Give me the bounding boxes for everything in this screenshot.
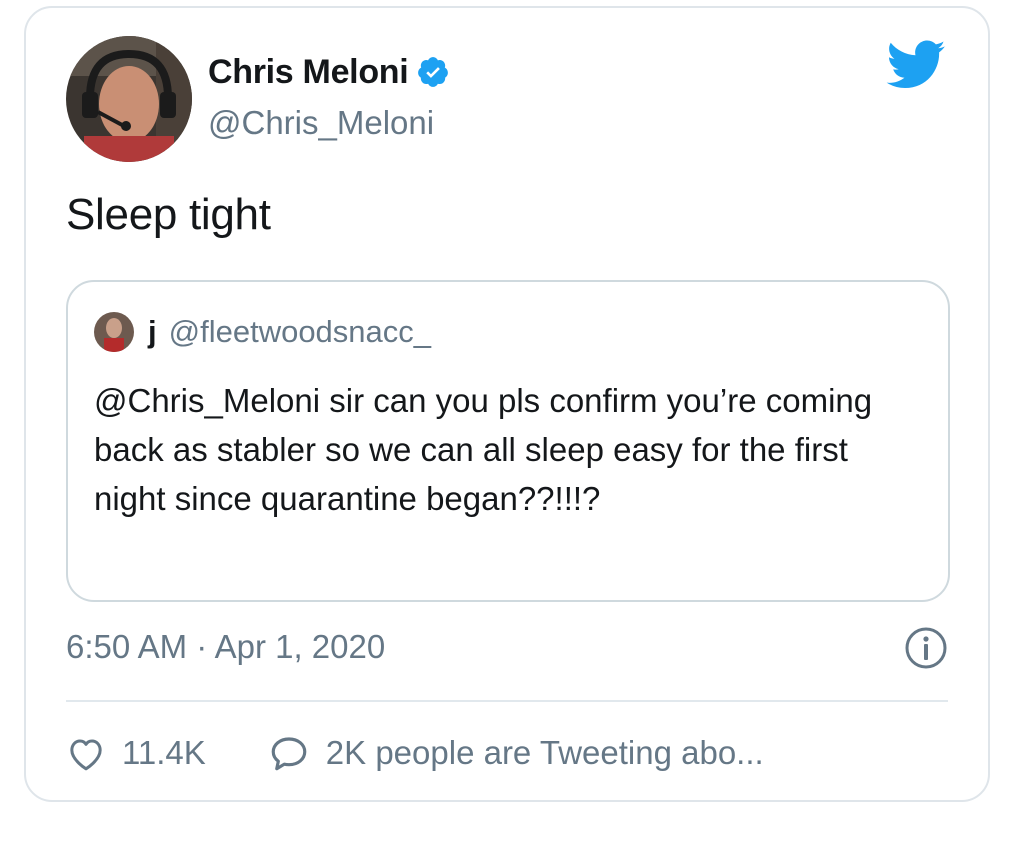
twitter-bird-icon[interactable]	[886, 38, 946, 90]
quoted-author-display-name[interactable]: j	[148, 314, 157, 350]
heart-icon	[70, 739, 102, 771]
tweet-text: Sleep tight	[66, 190, 271, 239]
like-button[interactable]: 11.4K	[66, 734, 206, 772]
author-name-row[interactable]: Chris Meloni	[208, 50, 450, 94]
author-avatar[interactable]	[66, 36, 192, 162]
info-icon[interactable]	[904, 626, 948, 670]
verified-badge-icon	[416, 55, 450, 89]
tweeting-about-link[interactable]: 2K people are Tweeting abo...	[268, 733, 764, 773]
like-count: 11.4K	[122, 734, 206, 771]
tweet-card[interactable]: Chris Meloni @Chris_Meloni Sleep tight j	[24, 6, 990, 802]
reply-bubble-icon	[271, 737, 307, 771]
tweet-timestamp[interactable]: 6:50 AM · Apr 1, 2020	[66, 628, 385, 666]
divider	[66, 700, 948, 702]
author-display-name[interactable]: Chris Meloni	[208, 53, 409, 92]
author-handle[interactable]: @Chris_Meloni	[208, 104, 434, 142]
quoted-author-avatar[interactable]	[94, 312, 134, 352]
quoted-tweet-text: @Chris_Meloni sir can you pls confirm yo…	[94, 382, 873, 517]
tweet-actions: 11.4K 2K people are Tweeting abo...	[66, 730, 764, 776]
tweeting-about-text: 2K people are Tweeting abo...	[325, 734, 764, 771]
quoted-tweet[interactable]: j @fleetwoodsnacc_ @Chris_Meloni sir can…	[66, 280, 950, 602]
quoted-tweet-header[interactable]: j @fleetwoodsnacc_	[94, 312, 431, 352]
quoted-author-handle[interactable]: @fleetwoodsnacc_	[169, 314, 431, 350]
